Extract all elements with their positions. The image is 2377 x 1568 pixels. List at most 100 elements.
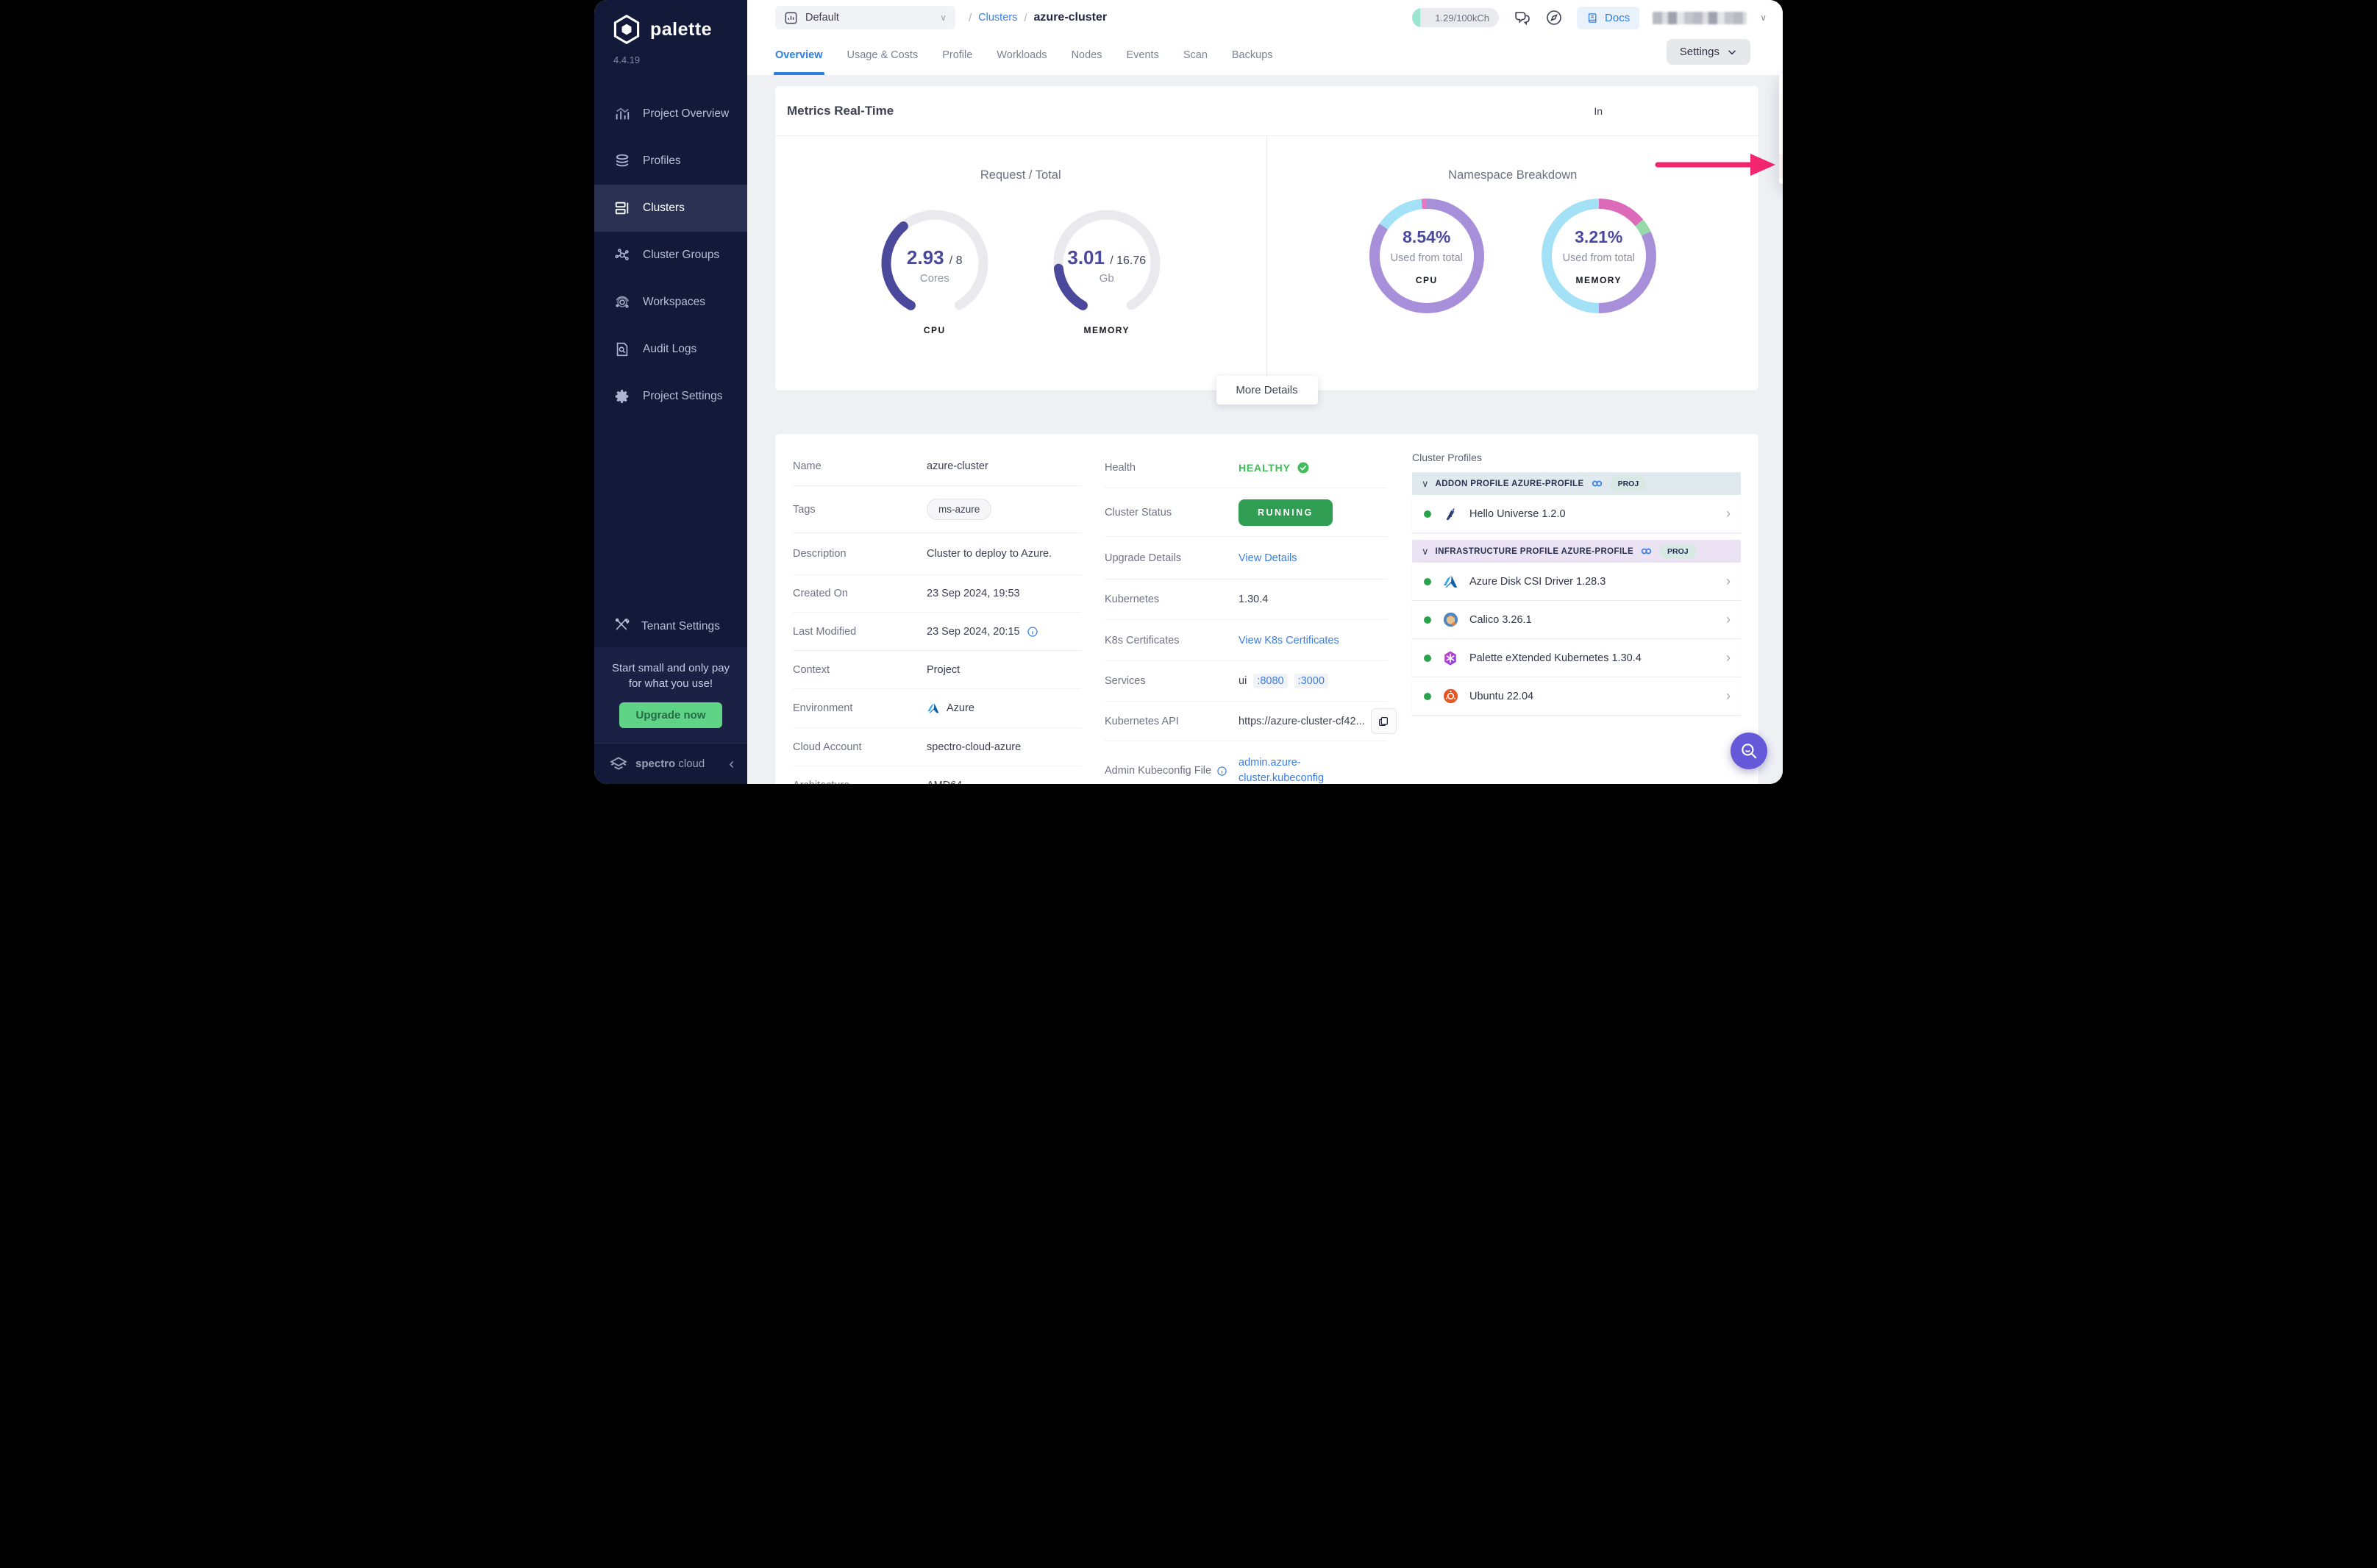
chart-icon: [613, 105, 631, 123]
sidebar-item-tenant-settings[interactable]: Tenant Settings: [594, 606, 747, 647]
health-status: HEALTHY: [1239, 461, 1310, 474]
clusters-icon: [613, 199, 631, 217]
view-k8s-certificates-link[interactable]: View K8s Certificates: [1239, 635, 1339, 646]
memory-donut-label: MEMORY: [1575, 275, 1622, 285]
tab-nodes[interactable]: Nodes: [1072, 35, 1102, 75]
view-details-link[interactable]: View Details: [1239, 552, 1297, 564]
settings-button-label: Settings: [1680, 46, 1720, 58]
promo-text: Start small and only pay for what you us…: [605, 660, 737, 693]
memory-gauge: 3.01 / 16.76 Gb MEMORY: [1048, 204, 1166, 335]
sidebar-item-project-overview[interactable]: Project Overview: [594, 90, 747, 138]
cluster-details-card: Name azure-cluster Tags ms-azure Descrip…: [775, 434, 1758, 784]
project-select[interactable]: Default ∨: [775, 6, 955, 29]
tab-overview[interactable]: Overview: [775, 35, 823, 75]
cpu-unit: Cores: [920, 272, 949, 285]
settings-button[interactable]: Settings: [1667, 39, 1750, 65]
cpu-request-value: 2.93: [907, 246, 944, 268]
detail-row-health: Health HEALTHY: [1105, 447, 1387, 488]
tab-profile[interactable]: Profile: [942, 35, 972, 75]
app-version: 4.4.19: [594, 47, 747, 70]
sidebar-item-workspaces[interactable]: Workspaces: [594, 279, 747, 326]
service-port-link[interactable]: :8080: [1253, 674, 1287, 688]
azure-icon: [927, 702, 940, 715]
profile-row-hello-universe[interactable]: Hello Universe 1.2.0 ›: [1412, 495, 1741, 533]
sidebar-item-profiles[interactable]: Profiles: [594, 138, 747, 185]
tag-pill: ms-azure: [927, 499, 991, 520]
details-mid-column: Health HEALTHY Cluster Status RUNNING Up…: [1105, 447, 1387, 784]
detail-row-created-on: Created On 23 Sep 2024, 19:53: [793, 575, 1081, 613]
docs-button[interactable]: Docs: [1577, 7, 1639, 29]
compass-icon[interactable]: [1544, 8, 1564, 27]
breadcrumb-current: azure-cluster: [1034, 11, 1108, 24]
sidebar-item-audit-logs[interactable]: Audit Logs: [594, 326, 747, 373]
info-icon[interactable]: [1216, 766, 1227, 777]
menu-item-cluster-settings[interactable]: Cluster Settings: [1779, 79, 1783, 104]
tab-scan[interactable]: Scan: [1183, 35, 1208, 75]
details-left-column: Name azure-cluster Tags ms-azure Descrip…: [793, 447, 1081, 784]
menu-item-download-logs[interactable]: Download Logs: [1779, 129, 1783, 154]
audit-log-icon: [613, 341, 631, 358]
service-port-link[interactable]: :3000: [1294, 674, 1328, 688]
more-details-button[interactable]: More Details: [1216, 376, 1317, 405]
status-badge: RUNNING: [1239, 499, 1333, 526]
tab-events[interactable]: Events: [1126, 35, 1158, 75]
docs-label: Docs: [1605, 12, 1630, 24]
orbit-icon: [613, 293, 631, 311]
chevron-right-icon: ›: [1726, 650, 1731, 666]
info-icon[interactable]: [1027, 626, 1038, 638]
breadcrumb-link-clusters[interactable]: Clusters: [978, 12, 1017, 24]
detail-row-context: Context Project: [793, 651, 1081, 689]
chevron-down-icon[interactable]: ∨: [1760, 13, 1767, 23]
status-dot: [1424, 578, 1431, 585]
sidebar-item-cluster-groups[interactable]: Cluster Groups: [594, 232, 747, 279]
breadcrumb-separator: /: [1024, 12, 1027, 24]
sidebar-item-label: Tenant Settings: [641, 620, 720, 633]
palette-logo-icon: [610, 13, 643, 46]
search-icon: [1739, 741, 1758, 760]
namespace-breakdown-panel: Namespace Breakdown 8.54% Used from tota…: [1267, 136, 1759, 390]
sidebar-footer: spectro cloud ‹: [594, 743, 747, 784]
tab-usage-costs[interactable]: Usage & Costs: [847, 35, 919, 75]
status-dot: [1424, 655, 1431, 662]
sidebar-item-clusters[interactable]: Clusters: [594, 185, 747, 232]
chat-icon[interactable]: [1512, 8, 1531, 27]
sidebar: palette 4.4.19 Project Overview Profiles…: [594, 0, 747, 784]
tab-workloads[interactable]: Workloads: [997, 35, 1047, 75]
memory-donut-chart: 3.21% Used from total MEMORY: [1542, 199, 1656, 313]
gear-icon: [613, 388, 631, 405]
menu-item-delete-cluster[interactable]: Delete Cluster: [1779, 154, 1783, 179]
cpu-gauge: 2.93 / 8 Cores CPU: [876, 204, 994, 335]
metrics-header: Metrics Real-Time In: [775, 86, 1758, 136]
upgrade-now-button[interactable]: Upgrade now: [619, 702, 721, 728]
detail-row-cloud-account: Cloud Account spectro-cloud-azure: [793, 728, 1081, 766]
profile-row-azure-disk-csi[interactable]: Azure Disk CSI Driver 1.28.3 ›: [1412, 563, 1741, 601]
profile-row-calico[interactable]: Calico 3.26.1 ›: [1412, 601, 1741, 639]
addon-profile-header[interactable]: ∨ ADDON PROFILE AZURE-PROFILE PROJ: [1412, 472, 1741, 495]
sidebar-item-label: Project Settings: [643, 390, 723, 403]
spectro-cloud-logo-icon: [609, 755, 628, 774]
cpu-donut-chart: 8.54% Used from total CPU: [1369, 199, 1484, 313]
brand-name: palette: [650, 19, 712, 40]
menu-item-on-demand-update[interactable]: On-Demand Update: [1779, 104, 1783, 129]
link-icon: [1591, 477, 1603, 490]
breadcrumb-separator: /: [969, 12, 972, 24]
kubeconfig-download-link[interactable]: admin.azure-cluster.kubeconfig: [1239, 755, 1324, 784]
sidebar-item-project-settings[interactable]: Project Settings: [594, 373, 747, 420]
sidebar-item-label: Cluster Groups: [643, 249, 719, 262]
project-select-value: Default: [805, 12, 839, 24]
search-fab[interactable]: [1731, 733, 1767, 769]
cpu-donut-label: CPU: [1416, 275, 1438, 285]
sidebar-collapse-button[interactable]: ‹: [729, 757, 734, 771]
detail-row-name: Name azure-cluster: [793, 447, 1081, 486]
hello-universe-icon: [1441, 505, 1460, 524]
tab-backups[interactable]: Backups: [1232, 35, 1273, 75]
cluster-profiles-column: Cluster Profiles ∨ ADDON PROFILE AZURE-P…: [1412, 447, 1741, 784]
infrastructure-profile-header[interactable]: ∨ INFRASTRUCTURE PROFILE AZURE-PROFILE P…: [1412, 540, 1741, 563]
memory-donut: 3.21% Used from total MEMORY: [1540, 199, 1658, 313]
chevron-right-icon: ›: [1726, 612, 1731, 627]
metrics-body: Request / Total: [775, 136, 1758, 390]
user-menu[interactable]: [1653, 12, 1747, 24]
profile-row-palette-extended-k8s[interactable]: Palette eXtended Kubernetes 1.30.4 ›: [1412, 639, 1741, 677]
profile-row-ubuntu[interactable]: Ubuntu 22.04 ›: [1412, 677, 1741, 716]
copy-button[interactable]: [1371, 708, 1397, 734]
